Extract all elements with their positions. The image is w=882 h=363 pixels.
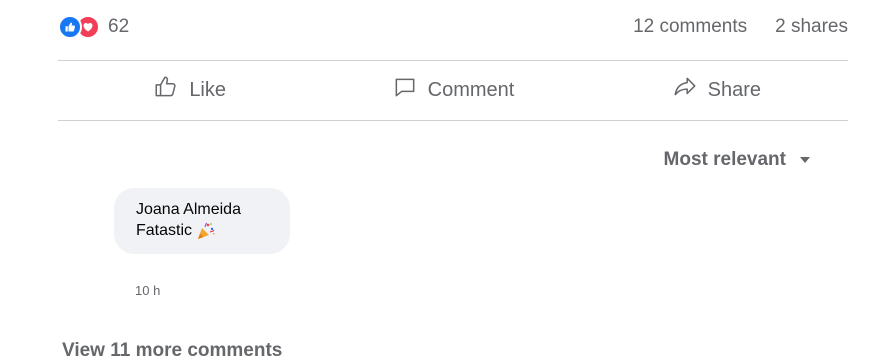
post-actions: Like Comment Share [58,62,848,118]
divider [58,60,848,61]
view-more-comments-link[interactable]: View 11 more comments [62,340,282,362]
comment-text: Fatastic [136,222,193,239]
comment-sort-dropdown[interactable]: Most relevant [664,146,810,174]
sort-label: Most relevant [663,149,786,170]
comment-bubble: Joana Almeida Fatastic [114,188,290,254]
divider [58,120,848,121]
caret-down-icon [800,157,810,163]
comment-timestamp[interactable]: 10 h [135,283,160,298]
share-arrow-icon [672,74,698,106]
post-stats-row: 62 12 comments 2 shares [58,10,848,44]
like-button-label: Like [189,78,227,101]
party-popper-icon [196,221,216,241]
comment-button[interactable]: Comment [321,68,584,112]
thumbs-up-icon [153,74,179,106]
engagement-counts: 12 comments 2 shares [633,16,848,38]
comment-button-label: Comment [427,78,515,101]
comment-text-row: Fatastic [136,220,264,242]
comments-count-link[interactable]: 12 comments [633,16,747,38]
shares-count-link[interactable]: 2 shares [775,16,848,38]
comment-icon [392,74,418,106]
post-footer: 62 12 comments 2 shares Like Comment Sha… [0,0,882,363]
comment-author[interactable]: Joana Almeida [136,200,264,220]
share-button[interactable]: Share [585,68,848,112]
reactions-summary[interactable]: 62 [58,15,129,39]
share-button-label: Share [707,78,761,101]
reaction-icons [58,15,100,39]
reaction-count: 62 [108,16,130,37]
like-reaction-icon [58,15,82,39]
like-button[interactable]: Like [58,68,321,112]
